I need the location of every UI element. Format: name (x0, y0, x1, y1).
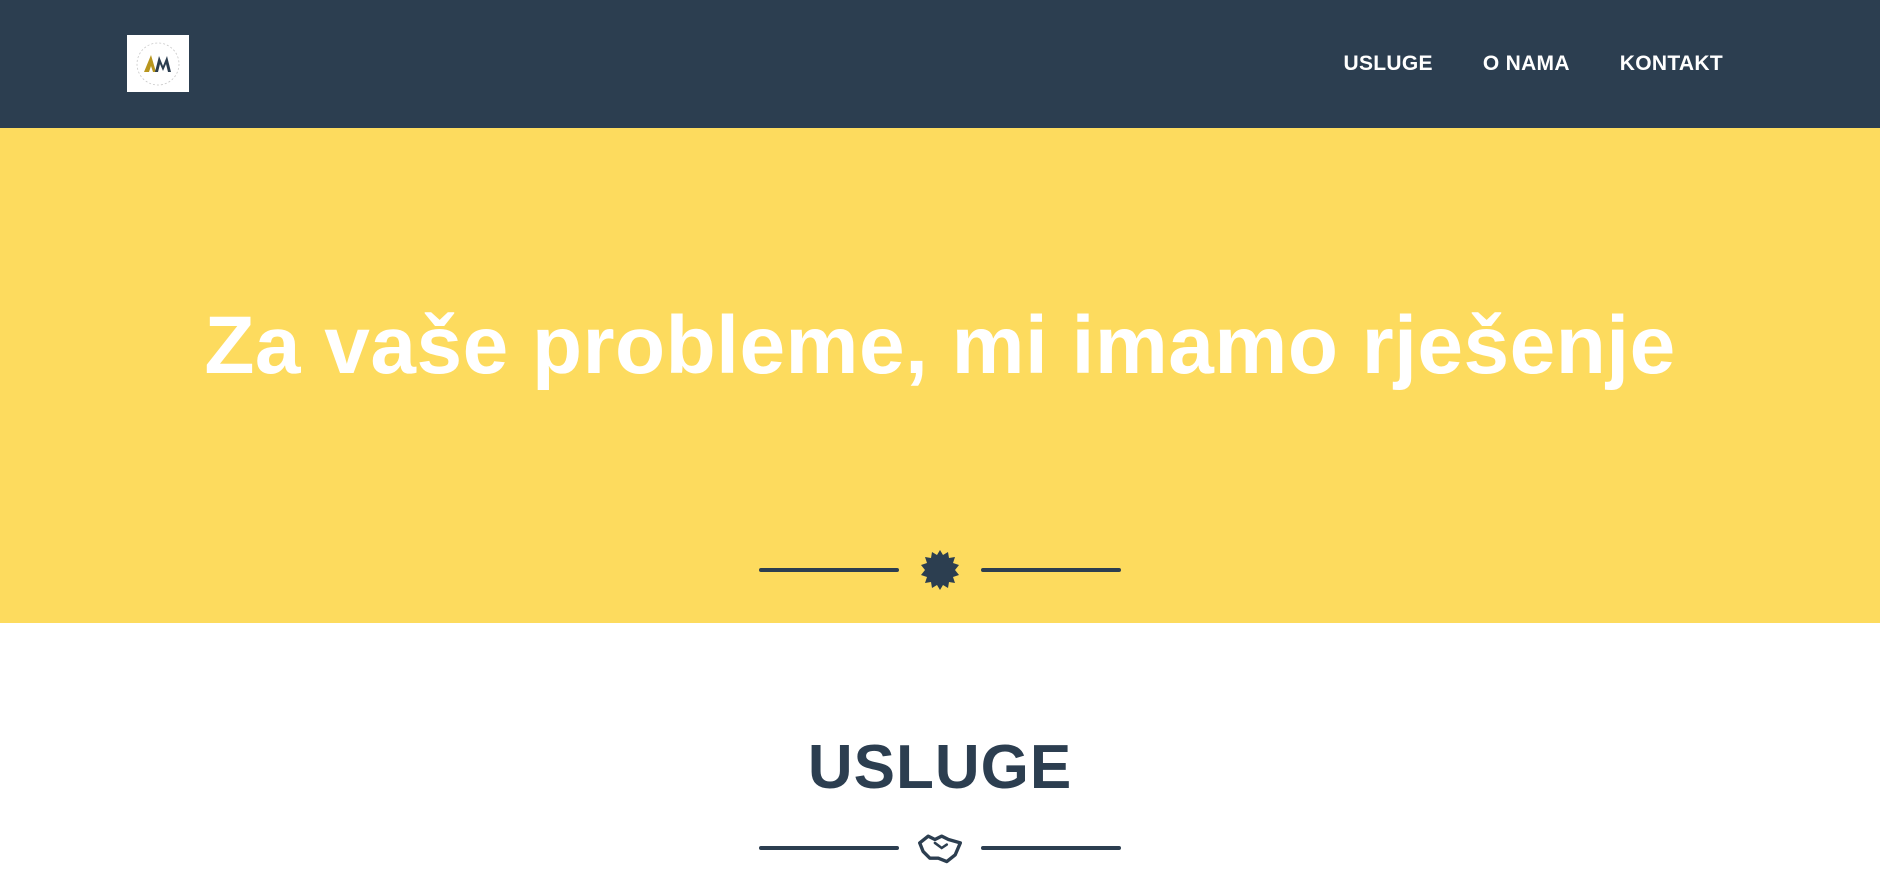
nav-link-usluge[interactable]: USLUGE (1344, 52, 1433, 76)
divider-line-right (981, 568, 1121, 572)
divider-line-left (759, 846, 899, 850)
nav-link-kontakt[interactable]: KONTAKT (1620, 52, 1723, 76)
hero-section: Za vaše probleme, mi imamo rješenje (0, 128, 1880, 623)
hero-title: Za vaše probleme, mi imamo rješenje (204, 300, 1676, 391)
main-nav: USLUGE O NAMA KONTAKT (1344, 0, 1723, 128)
services-title: USLUGE (807, 733, 1073, 802)
logo-icon (136, 42, 180, 85)
services-divider (0, 824, 1880, 872)
nav-link-o-nama[interactable]: O NAMA (1483, 52, 1570, 76)
navbar: AM USLUGE O NAMA KONTAKT (0, 0, 1880, 128)
brand-logo[interactable]: AM (127, 35, 189, 92)
divider-line-left (759, 568, 899, 572)
hero-divider (0, 546, 1880, 594)
divider-line-right (981, 846, 1121, 850)
star-badge-icon (918, 548, 962, 592)
handshake-icon (918, 826, 962, 870)
